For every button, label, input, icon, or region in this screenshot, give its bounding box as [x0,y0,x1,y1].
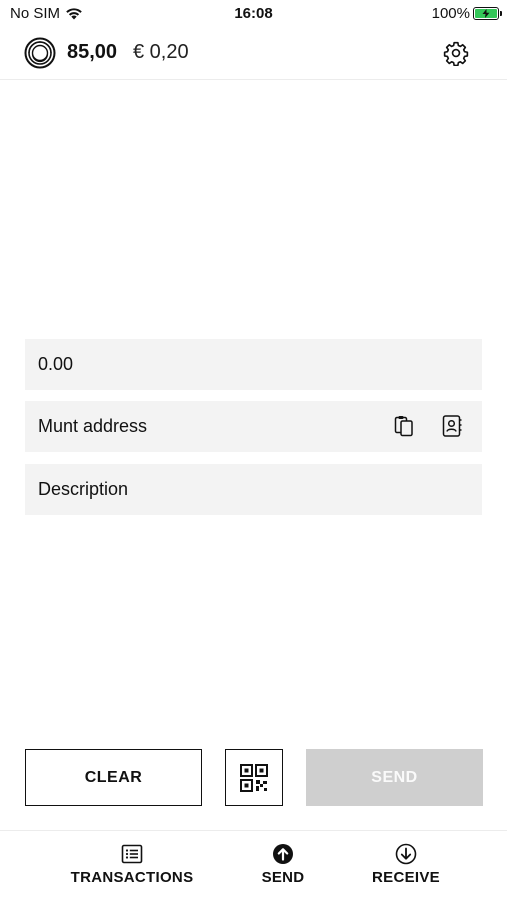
settings-gear-icon[interactable] [443,40,469,66]
address-input[interactable]: Munt address [25,401,482,452]
charging-bolt-icon [482,9,490,18]
send-button[interactable]: SEND [306,749,483,806]
wallet-header: 85,00 € 0,20 [0,28,507,80]
status-right: 100% [431,5,502,22]
amount-input[interactable]: 0.00 [25,339,482,390]
tab-transactions[interactable]: TRANSACTIONS [67,843,197,886]
fiat-balance: € 0,20 [133,41,189,63]
address-book-icon[interactable] [440,414,464,438]
status-bar: No SIM 16:08 100% [0,0,507,28]
paste-clipboard-icon[interactable] [392,414,416,438]
tab-receive-label: RECEIVE [372,869,440,886]
arrow-down-circle-icon [395,843,417,865]
munt-logo-icon [24,37,56,69]
description-input[interactable]: Description [25,464,482,515]
bottom-tab-bar: TRANSACTIONS SEND RECEIVE [0,830,507,900]
description-placeholder: Description [38,479,129,499]
qr-code-icon [240,763,268,792]
amount-placeholder: 0.00 [38,354,74,374]
tab-receive[interactable]: RECEIVE [365,843,447,886]
battery-percent: 100% [431,5,470,22]
clear-button[interactable]: CLEAR [25,749,202,806]
battery-icon [473,7,502,20]
arrow-up-circle-icon [273,844,293,864]
balance-amount: 85,00 [67,41,118,63]
tab-transactions-label: TRANSACTIONS [70,869,194,886]
scan-qr-button[interactable] [225,749,283,806]
tab-send-label: SEND [261,869,305,886]
address-placeholder: Munt address [38,416,148,436]
tab-send[interactable]: SEND [250,843,316,886]
list-icon [121,844,143,864]
